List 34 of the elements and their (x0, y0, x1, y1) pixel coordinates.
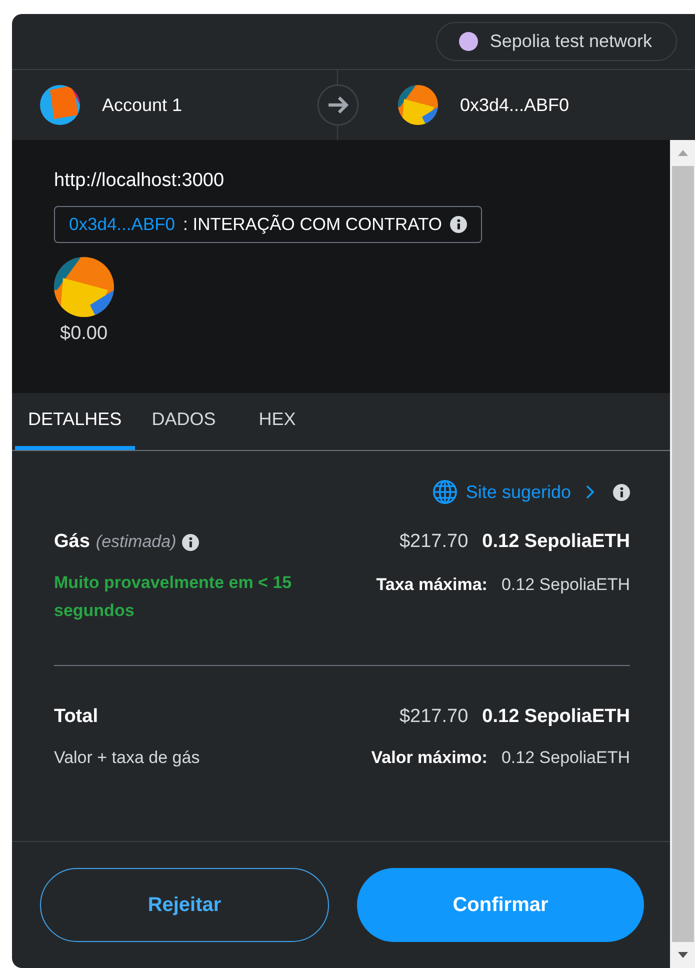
recipient-avatar-icon (398, 85, 438, 125)
chevron-right-icon[interactable] (585, 484, 595, 500)
gas-label: Gás (54, 531, 90, 553)
contract-address-link[interactable]: 0x3d4...ABF0 (69, 214, 176, 235)
sender-account-name: Account 1 (102, 94, 182, 116)
gas-qualifier: (estimada) (96, 532, 176, 552)
total-subtitle: Valor + taxa de gás (54, 748, 200, 768)
suggested-site-link[interactable]: Site sugerido (466, 482, 571, 502)
recipient-address: 0x3d4...ABF0 (460, 94, 570, 116)
max-amount-label: Valor máximo: (371, 748, 488, 768)
max-fee-label: Taxa máxima: (376, 575, 488, 595)
tab[interactable]: DETALHES (15, 393, 135, 450)
globe-icon (432, 479, 458, 505)
info-icon[interactable] (613, 484, 630, 500)
info-icon[interactable] (182, 534, 200, 550)
transaction-amount: $0.00 (60, 323, 109, 345)
reject-button[interactable]: Rejeitar (40, 868, 329, 942)
total-amount: 0.12 SepoliaETH (482, 706, 630, 728)
gas-timing-estimate: Muito provavelmente em < 15 segundos (54, 572, 293, 622)
max-amount-value: 0.12 SepoliaETH (501, 748, 630, 768)
gas-fiat-value: $217.70 (399, 531, 468, 553)
account-avatar-icon (40, 85, 80, 125)
max-fee-value: 0.12 SepoliaETH (501, 575, 630, 595)
tab[interactable]: HEX (232, 393, 322, 450)
total-fiat-value: $217.70 (399, 706, 468, 728)
contract-interaction-label: : INTERAÇÃO COM CONTRATO (183, 214, 442, 235)
tab[interactable]: DADOS (138, 393, 229, 450)
total-label: Total (54, 706, 98, 728)
site-origin: http://localhost:3000 (54, 170, 226, 192)
info-icon[interactable] (450, 216, 467, 233)
network-selector[interactable]: Sepolia test network (436, 22, 677, 61)
gas-amount: 0.12 SepoliaETH (482, 531, 630, 553)
scrollbar[interactable] (670, 140, 695, 968)
scroll-down-icon[interactable] (678, 952, 688, 958)
